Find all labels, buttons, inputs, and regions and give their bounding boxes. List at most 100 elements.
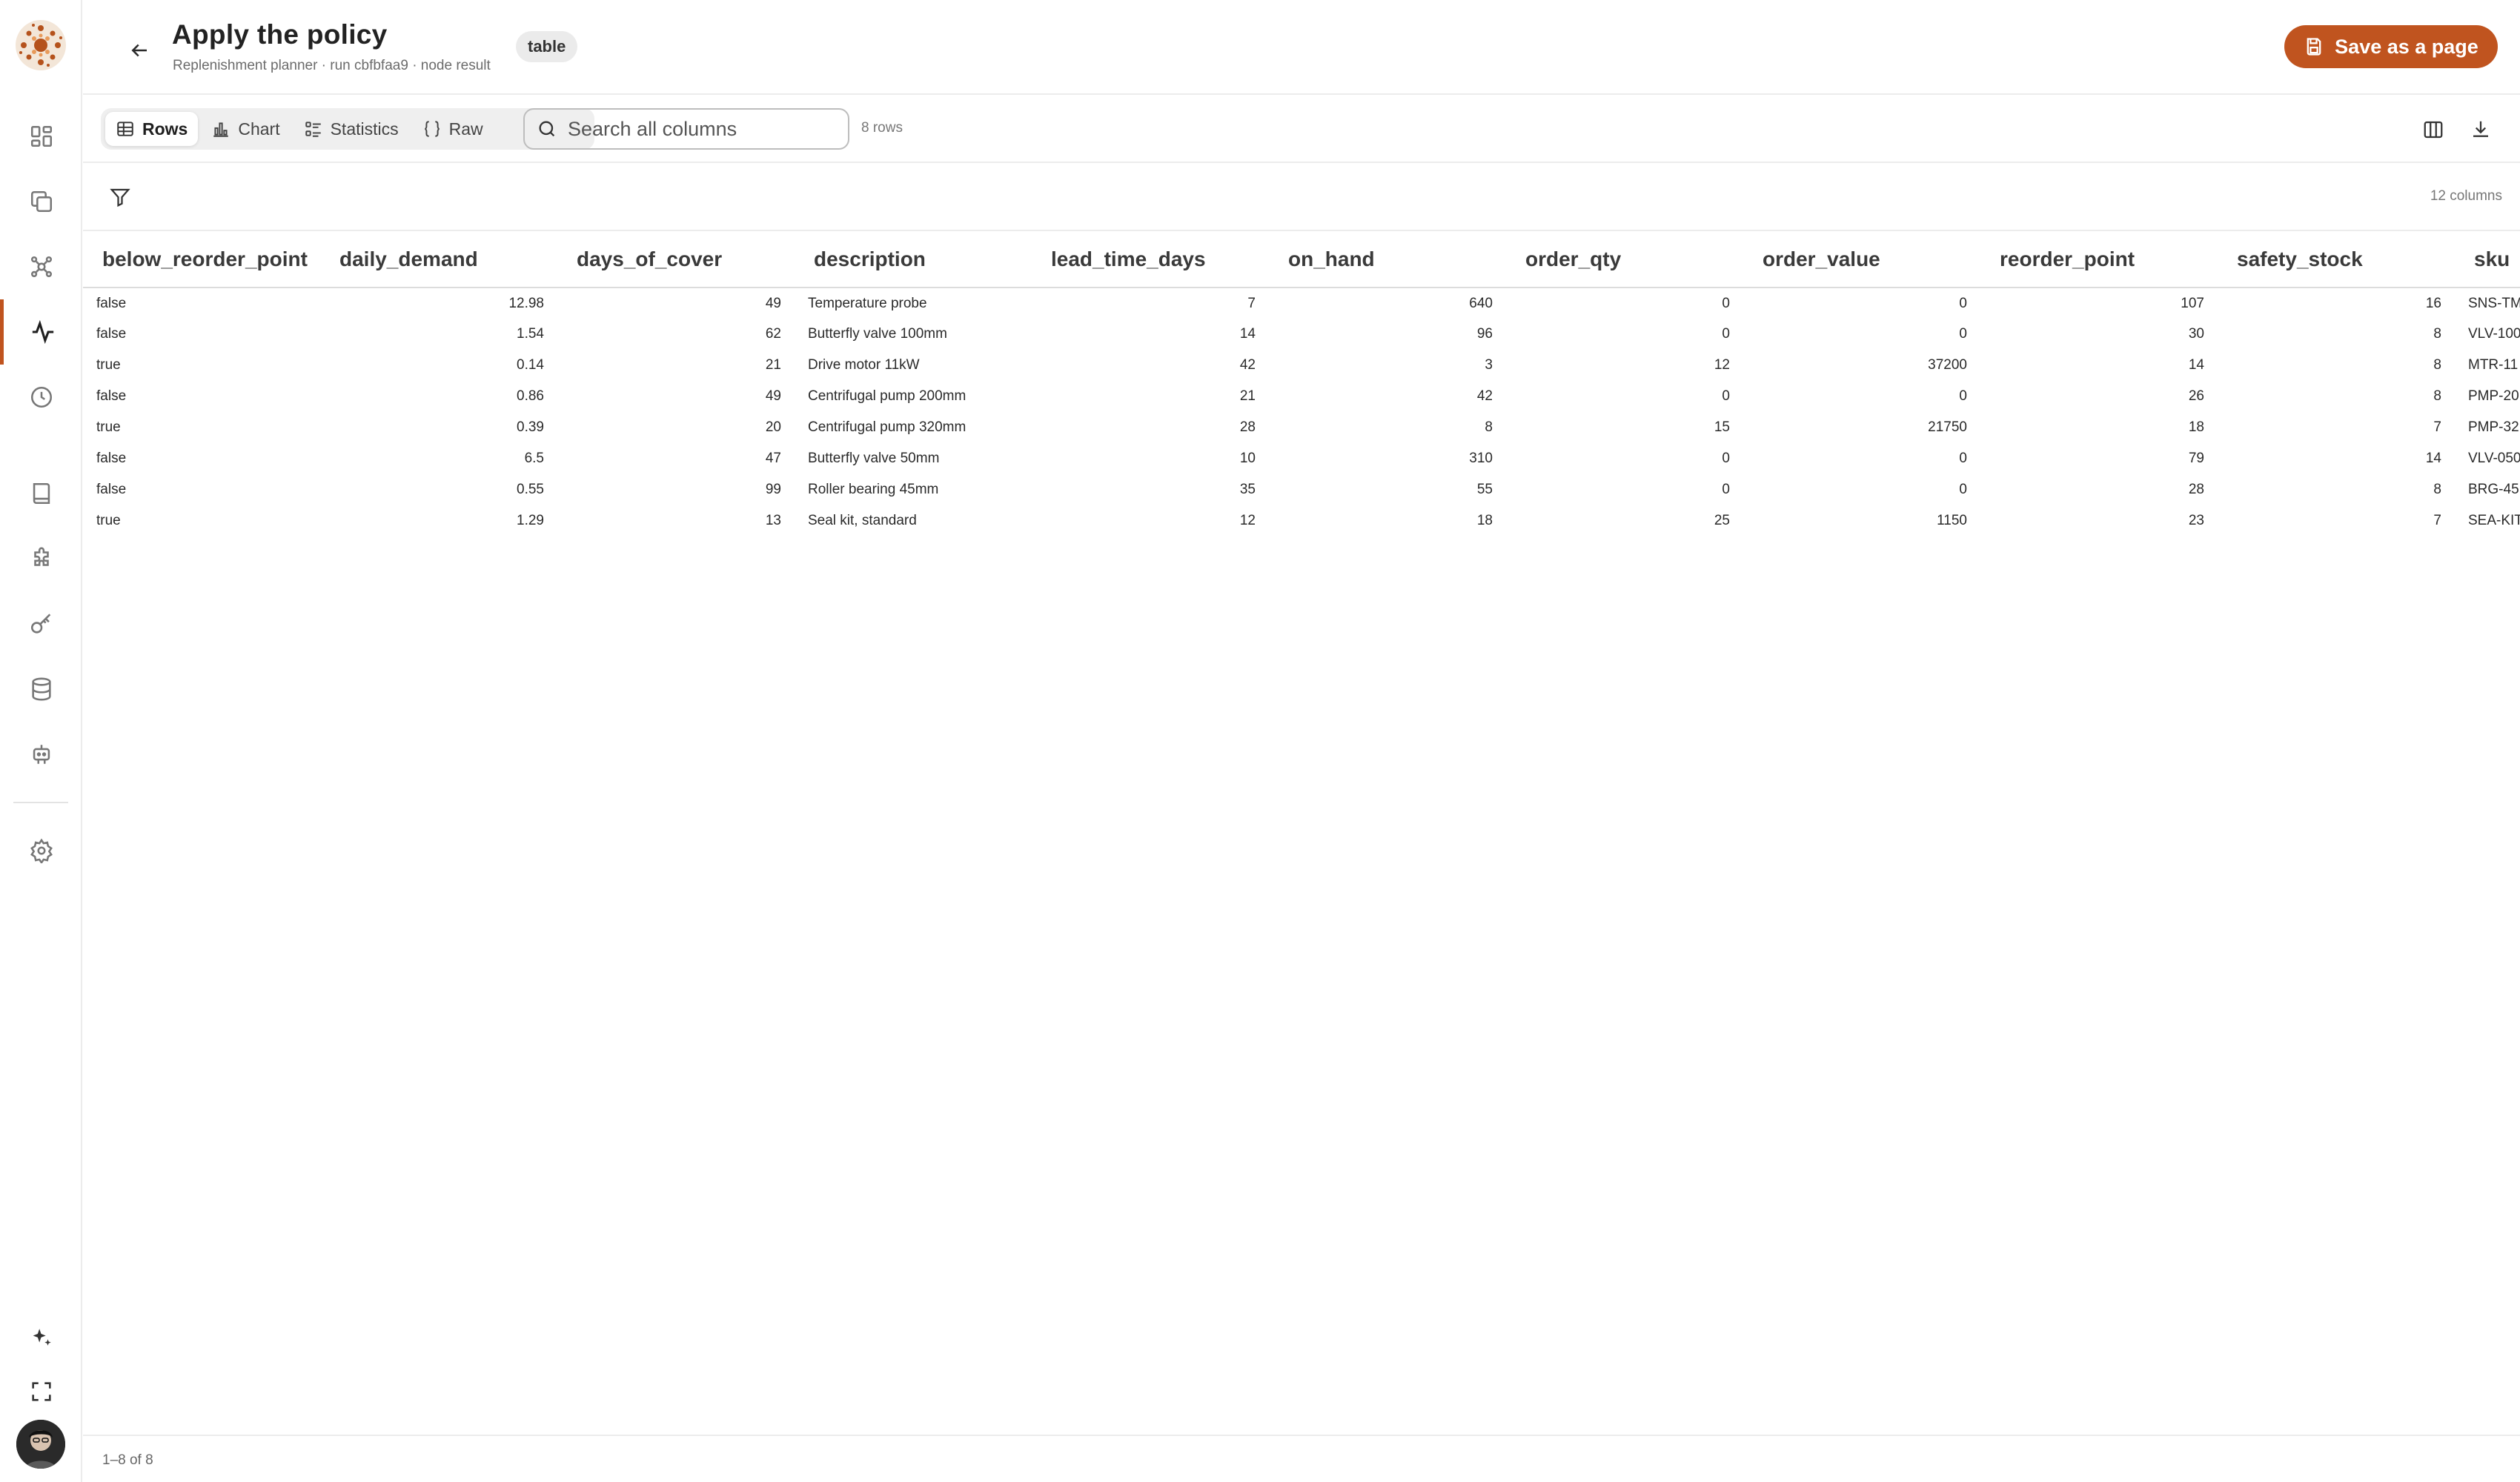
table-cell: false — [96, 295, 127, 311]
column-header[interactable]: order_value — [1743, 231, 1980, 288]
tab-statistics[interactable]: Statistics — [294, 112, 409, 146]
search-input[interactable] — [568, 117, 835, 141]
table-cell: 7 — [1247, 295, 1256, 311]
nav-database[interactable] — [0, 657, 82, 722]
table-cell: 0 — [1722, 482, 1730, 497]
database-icon — [31, 677, 51, 701]
table-row[interactable]: true 0.39 20 Centrifugal pump 320mm 28 8 15 217… — [83, 412, 2520, 443]
column-header[interactable]: on_hand — [1269, 231, 1506, 288]
table-cell: 25 — [1714, 513, 1730, 528]
page-header: Apply the policy Replenishment planner ·… — [83, 0, 2520, 95]
table-cell: 30 — [2188, 326, 2204, 342]
table-cell: 7 — [2433, 419, 2441, 435]
table-cell: 20 — [765, 419, 781, 435]
list-stats-icon — [305, 122, 321, 137]
grid-icon — [30, 125, 52, 147]
table-row[interactable]: false 0.86 49 Centrifugal pump 200mm 21 42 0 0 2… — [83, 381, 2520, 412]
tab-rows-label: Rows — [142, 119, 188, 139]
table-row[interactable]: false 12.98 49 Temperature probe 7 640 0 0 107 16… — [83, 288, 2520, 319]
page-subtitle: Replenishment planner · run cbfbfaa9 · n… — [173, 58, 491, 73]
column-header[interactable]: description — [795, 231, 1032, 288]
table-cell: 47 — [765, 451, 781, 466]
search-icon — [539, 121, 555, 137]
tab-rows[interactable]: Rows — [105, 112, 199, 146]
table-cell: 96 — [1476, 326, 1493, 342]
robot-icon — [33, 745, 50, 764]
expand-icon — [31, 1382, 51, 1401]
nav-notebook[interactable] — [0, 461, 82, 526]
table-icon — [117, 122, 133, 136]
nav-workflows[interactable] — [0, 234, 82, 299]
nav-keys[interactable] — [0, 591, 82, 657]
table-cell: PMP-20 — [2468, 388, 2519, 404]
download-button[interactable] — [2464, 113, 2498, 147]
column-header[interactable]: reorder_point — [1980, 231, 2218, 288]
column-header[interactable]: days_of_cover — [557, 231, 795, 288]
table-cell: true — [96, 513, 121, 528]
table-cell: 0 — [1959, 326, 1967, 342]
table-cell: 8 — [1485, 419, 1493, 435]
column-header[interactable]: lead_time_days — [1032, 231, 1269, 288]
table-row[interactable]: false 6.5 47 Butterfly valve 50mm 10 310 0 0 79 1… — [83, 443, 2520, 474]
key-icon — [30, 614, 50, 634]
column-header[interactable]: safety_stock — [2218, 231, 2455, 288]
table-cell: 12.98 — [508, 295, 544, 311]
table-row[interactable]: true 0.14 21 Drive motor 11kW 42 3 12 37200 14 8 M… — [83, 350, 2520, 381]
activity-icon — [32, 319, 54, 345]
table-cell: 0.86 — [517, 388, 544, 404]
column-header[interactable]: below_reorder_point — [83, 231, 320, 288]
column-header[interactable]: daily_demand — [320, 231, 557, 288]
save-as-page-button[interactable]: Save as a page — [2284, 25, 2498, 68]
copy-icon — [30, 190, 52, 213]
nav-activity[interactable] — [0, 299, 82, 365]
table-row[interactable]: false 1.54 62 Butterfly valve 100mm 14 96 0 0 30… — [83, 319, 2520, 350]
table-cell: 12 — [1239, 513, 1256, 528]
user-avatar[interactable] — [16, 1420, 65, 1469]
table-cell: 55 — [1476, 482, 1493, 497]
columns-toggle-button[interactable] — [2416, 113, 2450, 147]
table-cell: Temperature probe — [808, 295, 927, 311]
filter-bar: 12 columns — [83, 165, 2520, 231]
tab-chart[interactable]: Chart — [201, 112, 290, 146]
nav-documents[interactable] — [0, 169, 82, 234]
save-icon — [2307, 38, 2321, 56]
table-cell: 1.54 — [517, 326, 544, 342]
tab-raw[interactable]: Raw — [412, 112, 494, 146]
table-cell: false — [96, 388, 127, 404]
table-cell: 15 — [1714, 419, 1730, 435]
table-cell: MTR-11 — [2468, 357, 2519, 373]
nav-plugins[interactable] — [0, 526, 82, 591]
nav-dashboard[interactable] — [0, 104, 82, 169]
table-row[interactable]: true 1.29 13 Seal kit, standard 12 18 25 1150 23… — [83, 505, 2520, 536]
table-cell: 0 — [1722, 295, 1730, 311]
table-cell: VLV-050 — [2468, 451, 2520, 466]
tab-raw-label: Raw — [448, 119, 483, 139]
table-cell: Roller bearing 45mm — [808, 482, 939, 497]
table-cell: 99 — [765, 482, 781, 497]
table-cell: Butterfly valve 50mm — [808, 451, 940, 466]
nav-history[interactable] — [0, 365, 82, 430]
table-cell: true — [96, 419, 121, 435]
table-cell: 10 — [1239, 451, 1256, 466]
table-cell: 26 — [2188, 388, 2204, 404]
app-logo-icon[interactable] — [13, 18, 68, 73]
filter-button[interactable] — [105, 182, 135, 212]
table-cell: Drive motor 11kW — [808, 357, 920, 373]
nav-fullscreen[interactable] — [0, 1359, 82, 1424]
table-cell: 21 — [765, 357, 781, 373]
nav-settings[interactable] — [0, 818, 82, 883]
table-cell: 8 — [2433, 357, 2441, 373]
table-cell: true — [96, 357, 121, 373]
filter-icon — [110, 188, 130, 207]
nav-agents[interactable] — [0, 722, 82, 787]
table-cell: 28 — [1239, 419, 1256, 435]
column-header[interactable]: sku — [2455, 231, 2520, 288]
tab-chart-label: Chart — [238, 119, 280, 139]
row-count: 8 rows — [861, 120, 903, 136]
back-button[interactable] — [119, 30, 160, 71]
column-header[interactable]: order_qty — [1506, 231, 1743, 288]
table-cell: 23 — [2188, 513, 2204, 528]
braces-icon — [424, 121, 440, 137]
table-cell: 8 — [2433, 482, 2441, 497]
table-row[interactable]: false 0.55 99 Roller bearing 45mm 35 55 0 0 28 8 B… — [83, 474, 2520, 505]
